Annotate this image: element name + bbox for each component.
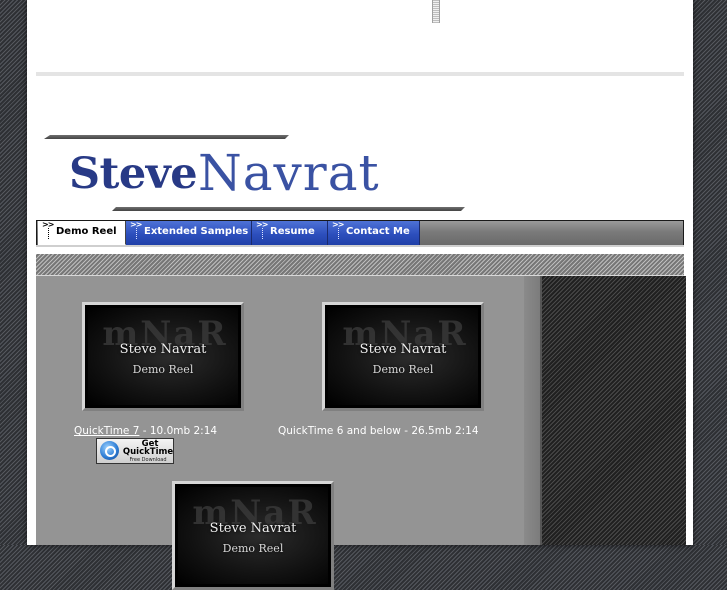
thumbnail-subtitle: Demo Reel	[372, 363, 434, 376]
logo-first-name: Steve	[69, 149, 198, 199]
site-logo: Steve Navrat	[44, 135, 469, 213]
content-header-bar	[36, 254, 684, 276]
tab-extended-samples[interactable]: >> Extended Samples	[126, 220, 252, 245]
tab-dots-icon	[262, 228, 263, 240]
side-panel	[540, 276, 686, 545]
get-quicktime-button[interactable]: Get QuickTime Free Download	[96, 438, 174, 464]
thumbnail-image: mNaR Steve Navrat Demo Reel	[88, 308, 238, 405]
top-scroll-indicator[interactable]	[432, 0, 440, 23]
page-container: Steve Navrat >> Demo Reel >> Extended Sa…	[27, 0, 693, 590]
tab-dots-icon	[48, 228, 49, 240]
logo-top-rule	[44, 135, 289, 139]
tab-contact-me[interactable]: >> Contact Me	[328, 220, 420, 245]
tab-dots-icon	[338, 228, 339, 240]
logo-last-name: Navrat	[198, 144, 380, 202]
tab-resume[interactable]: >> Resume	[252, 220, 328, 245]
thumbnail-image: mNaR Steve Navrat Demo Reel	[328, 308, 478, 405]
demo-reel-thumbnail-2[interactable]: mNaR Steve Navrat Demo Reel	[322, 302, 484, 411]
main-nav: >> Demo Reel >> Extended Samples >> Resu…	[36, 220, 684, 246]
quicktime-badge-name: QuickTime	[122, 447, 174, 457]
thumbnail-subtitle: Demo Reel	[132, 363, 194, 376]
tab-label: Demo Reel	[56, 226, 117, 237]
demo-reel-thumbnail-3[interactable]: mNaR Steve Navrat Demo Reel	[172, 481, 334, 590]
reel-caption-2[interactable]: QuickTime 6 and below - 26.5mb 2:14	[278, 425, 479, 437]
tab-label: Contact Me	[346, 226, 410, 237]
tab-label: Extended Samples	[144, 226, 249, 237]
thumbnail-title: Steve Navrat	[119, 342, 207, 357]
tab-dots-icon	[136, 228, 137, 240]
reel-caption-1-text: - 10.0mb 2:14	[139, 425, 218, 437]
content-edge-shadow	[524, 276, 540, 545]
tab-label: Resume	[270, 226, 315, 237]
header-divider	[36, 72, 684, 76]
logo-bottom-rule	[112, 207, 465, 211]
quicktime-badge-free: Free Download	[129, 457, 167, 463]
thumbnail-title: Steve Navrat	[209, 521, 297, 536]
thumbnail-title: Steve Navrat	[359, 342, 447, 357]
quicktime7-link[interactable]: QuickTime 7	[74, 425, 139, 437]
thumbnail-image: mNaR Steve Navrat Demo Reel	[178, 487, 328, 584]
thumbnail-subtitle: Demo Reel	[222, 542, 284, 555]
demo-reel-thumbnail-1[interactable]: mNaR Steve Navrat Demo Reel	[82, 302, 244, 411]
quicktime-icon	[100, 441, 119, 460]
tab-demo-reel[interactable]: >> Demo Reel	[38, 220, 126, 245]
nav-underline	[36, 245, 684, 247]
reel-caption-1: QuickTime 7 - 10.0mb 2:14	[74, 425, 217, 437]
